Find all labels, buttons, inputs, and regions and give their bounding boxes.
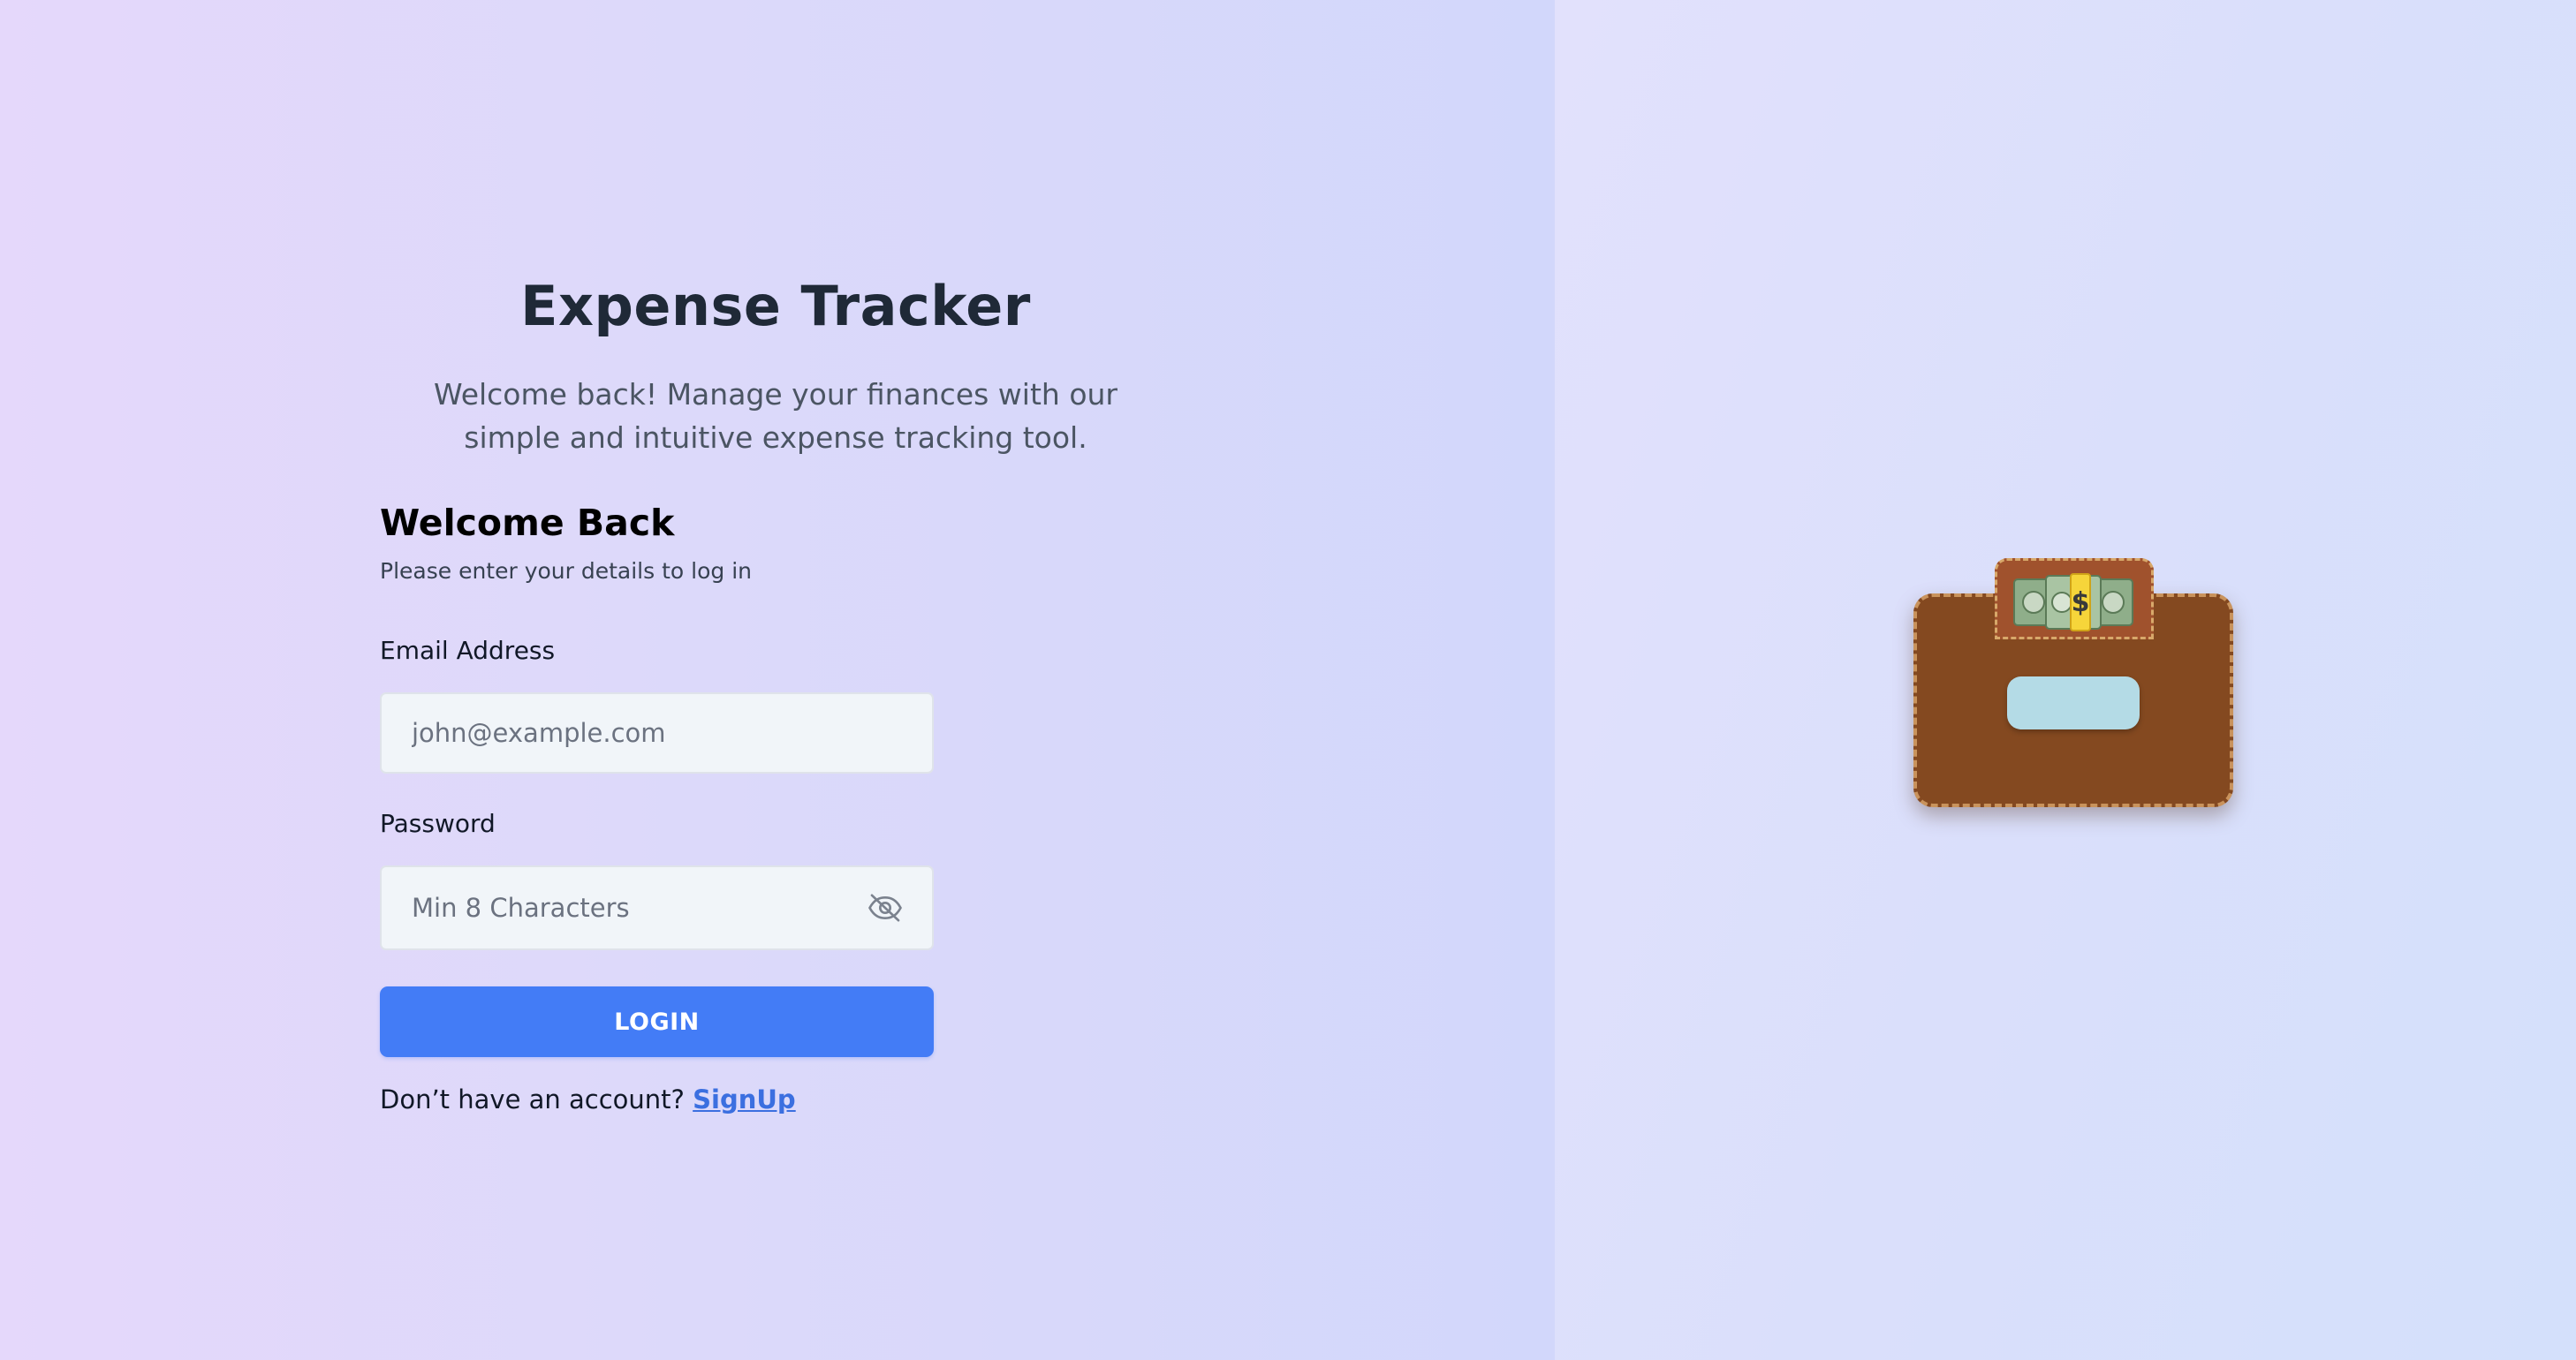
- password-input[interactable]: [380, 865, 934, 950]
- login-page: Expense Tracker Welcome back! Manage you…: [0, 0, 2576, 1360]
- money-bag-icon: $: [2013, 573, 2133, 631]
- login-panel: Expense Tracker Welcome back! Manage you…: [0, 0, 1555, 1360]
- svg-text:$: $: [2072, 587, 2090, 618]
- email-input[interactable]: [380, 692, 934, 774]
- signup-link[interactable]: SignUp: [693, 1084, 796, 1114]
- wallet-clasp: [2007, 676, 2140, 729]
- signup-prompt: Don’t have an account?: [380, 1084, 685, 1114]
- signup-row: Don’t have an account? SignUp: [380, 1084, 796, 1114]
- form-subheading: Please enter your details to log in: [380, 558, 752, 584]
- app-subtitle: Welcome back! Manage your finances with …: [434, 377, 1118, 455]
- email-label: Email Address: [380, 636, 556, 665]
- eye-off-icon[interactable]: [866, 890, 905, 926]
- form-heading: Welcome Back: [380, 502, 675, 544]
- password-label: Password: [380, 809, 496, 838]
- wallet-icon: $: [1913, 558, 2233, 807]
- login-button[interactable]: LOGIN: [380, 986, 934, 1057]
- app-title: Expense Tracker: [520, 274, 1031, 338]
